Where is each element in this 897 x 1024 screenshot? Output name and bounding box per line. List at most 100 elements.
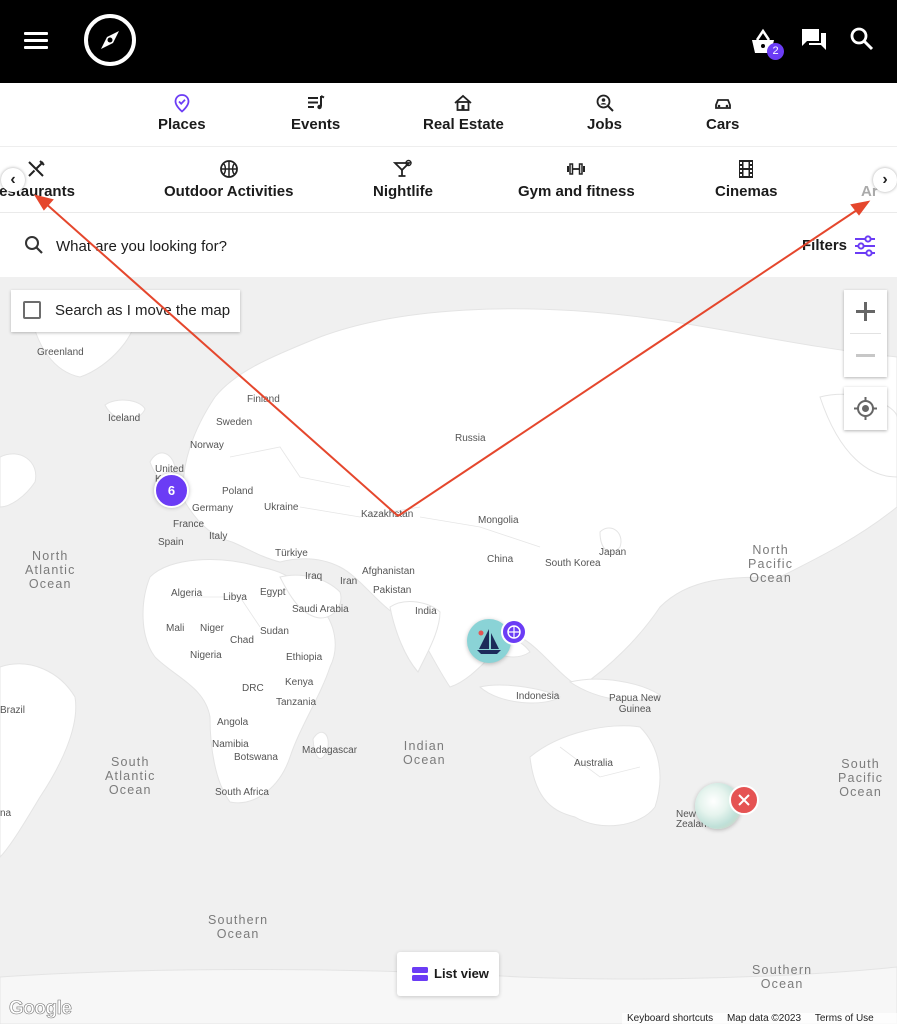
map-label-pakistan: Pakistan [373,585,412,596]
plus-icon [856,302,875,321]
map-label-brazil: Brazil [0,705,26,716]
outdoor-activities-marker-badge[interactable] [501,619,527,645]
map-label-afghanistan: Afghanistan [362,566,415,577]
fork-knife-icon [28,160,45,177]
checkbox[interactable] [23,301,41,319]
search-bar: Filters [0,213,897,277]
category-label: Gym and fitness [518,183,635,200]
search-as-move-checkbox[interactable]: Search as I move the map [11,290,240,332]
tab-jobs[interactable]: Jobs [587,93,622,134]
map-label-mongolia: Mongolia [478,515,519,526]
hamburger-menu-icon[interactable] [24,31,50,51]
map-label-italy: Italy [209,531,228,542]
car-icon [714,99,731,109]
category-outdoor-activities[interactable]: Outdoor Activities [164,159,293,201]
map-landmasses [0,290,897,1024]
map-label-iran: Iran [340,576,358,587]
map-label-sweden: Sweden [216,417,253,428]
tab-events[interactable]: Events [291,93,340,134]
category-gym-fitness[interactable]: Gym and fitness [518,159,635,201]
map-label-south-korea: South Korea [545,558,601,569]
my-location-button[interactable] [844,387,887,430]
map-label-botswana: Botswana [234,752,278,763]
map-label-japan: Japan [599,547,627,558]
list-view-button[interactable]: List view [397,952,499,996]
compass-logo-icon[interactable] [83,13,137,67]
map-label-poland: Poland [222,486,254,497]
category-carousel: estaurants Outdoor Activities Nightlife … [0,147,897,213]
category-cinemas[interactable]: Cinemas [715,159,778,201]
category-label: Cinemas [715,183,778,200]
map-label-south-pacific: South Pacific Ocean [838,757,884,799]
map-label-tanzania: Tanzania [276,697,317,708]
restaurant-marker-badge[interactable] [729,785,759,815]
map-label-north-pacific: North Pacific Ocean [748,543,794,585]
carousel-next-button[interactable]: › [873,168,897,192]
search-icon [25,236,43,254]
carousel-prev-button[interactable]: ‹ [1,168,25,192]
search-icon[interactable] [849,26,875,52]
fork-knife-icon [738,794,750,806]
map-label-ethiopia: Ethiopia [286,652,323,663]
map-label-ukraine: Ukraine [264,502,299,513]
map-label-france: France [173,519,205,530]
map-label-australia: Australia [574,758,613,769]
map-data-label: Map data ©2023 [726,1013,802,1024]
map-label-turkiye: Türkiye [275,548,308,559]
tab-real-estate[interactable]: Real Estate [423,93,504,134]
search-input[interactable] [54,233,478,259]
map-label-greenland: Greenland [37,347,84,358]
filters-button[interactable]: Filters [802,237,847,254]
map-label-kazakhstan: Kazakhstan [361,509,414,520]
zoom-controls [844,290,887,377]
map-label-germany: Germany [192,503,234,514]
sliders-icon[interactable] [853,235,877,257]
map-label-algeria: Algeria [171,588,203,599]
map-cluster-marker[interactable]: 6 [154,473,189,508]
map-attribution: Keyboard shortcuts Map data ©2023 Terms … [622,1013,897,1024]
map-label-southern-ocean: Southern Ocean [208,913,269,941]
minus-icon [856,354,875,357]
list-view-label: List view [434,966,489,981]
search-as-move-label: Search as I move the map [55,302,231,319]
map-label-papua-new-guinea: Papua New Guinea [609,693,661,715]
map-label-libya: Libya [223,592,247,603]
map-label-niger: Niger [200,623,224,634]
map-label-north-atlantic: North Atlantic Ocean [25,549,76,591]
world-map[interactable]: Greenland Iceland Sweden Finland Norway … [0,277,897,1024]
cocktail-icon [393,159,412,177]
job-search-icon [596,94,614,112]
section-tabs: Places Events Real Estate Jobs Cars [0,83,897,147]
map-label-chad: Chad [230,635,254,646]
tab-label: Cars [706,116,740,133]
tab-cars[interactable]: Cars [706,93,739,134]
map-label-iceland: Iceland [108,413,141,424]
map-label-southern-ocean: Southern Ocean [752,963,813,991]
map-label-saudi-arabia: Saudi Arabia [292,604,349,615]
map-label-india: India [415,606,437,617]
map-label-china: China [487,554,514,565]
map-label-kenya: Kenya [285,677,314,688]
list-view-icon [412,967,428,981]
keyboard-shortcuts-link[interactable]: Keyboard shortcuts [627,1013,713,1024]
map-label-south-atlantic: South Atlantic Ocean [105,755,156,797]
tab-places[interactable]: Places [158,93,206,134]
map-label-angola: Angola [217,717,249,728]
terms-of-use-link[interactable]: Terms of Use [815,1013,874,1024]
tab-label: Places [158,116,206,133]
tab-label: Events [291,116,341,133]
film-strip-icon [739,160,754,178]
dumbbell-icon [567,163,586,175]
map-label-mali: Mali [166,623,185,634]
map-label-finland: Finland [247,394,280,405]
tab-label: Jobs [587,116,623,133]
basketball-icon [219,160,238,178]
music-list-icon [307,95,325,110]
zoom-out-button[interactable] [844,334,887,377]
cart-count-badge: 2 [767,43,784,60]
top-navigation-bar: 2 [0,0,897,83]
google-logo: Google [9,998,73,1020]
chat-bubbles-icon[interactable] [800,26,828,54]
zoom-in-button[interactable] [844,290,887,333]
category-nightlife[interactable]: Nightlife [373,159,433,201]
